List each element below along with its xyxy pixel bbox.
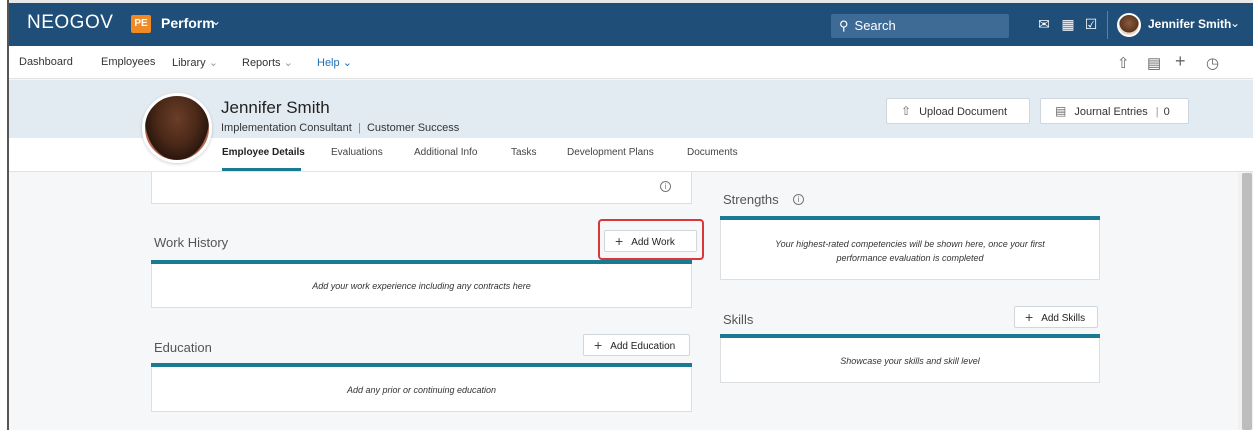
journal-icon[interactable]: ▤ <box>1147 54 1161 72</box>
strengths-card: Your highest-rated competencies will be … <box>720 216 1100 280</box>
scrollbar-thumb[interactable] <box>1242 173 1252 430</box>
share-icon[interactable]: ⇧ <box>1117 54 1130 72</box>
search-input[interactable]: ⚲ Search <box>831 14 1009 38</box>
strengths-empty-text-line1: Your highest-rated competencies will be … <box>775 239 1045 249</box>
skills-card: Showcase your skills and skill level <box>720 334 1100 383</box>
tab-employee-details[interactable]: Employee Details <box>222 147 305 158</box>
tab-evaluations[interactable]: Evaluations <box>331 147 383 158</box>
upload-document-button[interactable]: ⇧ Upload Document <box>886 98 1030 124</box>
employee-name: Jennifer Smith <box>221 98 330 117</box>
nav-library-label: Library <box>172 57 206 69</box>
add-skills-button[interactable]: + Add Skills <box>1014 306 1098 328</box>
mail-icon[interactable]: ✉ <box>1036 16 1052 32</box>
search-icon: ⚲ <box>839 18 849 33</box>
subtitle-separator: | <box>357 122 361 134</box>
user-avatar[interactable] <box>1117 13 1141 37</box>
chevron-down-icon: ⌄ <box>283 57 293 69</box>
search-placeholder: Search <box>854 18 896 33</box>
brand-logo[interactable]: NEOGOV <box>27 12 113 34</box>
journal-icon: ▤ <box>1055 104 1067 118</box>
chevron-down-icon[interactable]: ⌄ <box>1230 16 1240 30</box>
add-education-label: Add Education <box>610 341 676 352</box>
card-accent-bar <box>720 216 1100 220</box>
skills-empty-text: Showcase your skills and skill level <box>840 356 980 366</box>
nav-help[interactable]: Help ⌄ <box>317 56 352 69</box>
nav-library[interactable]: Library ⌄ <box>172 56 218 69</box>
strengths-title: Strengths <box>723 192 779 207</box>
calendar-icon[interactable]: ▦ <box>1060 16 1076 32</box>
tab-development-plans[interactable]: Development Plans <box>567 147 654 158</box>
work-history-card: Add your work experience including any c… <box>151 260 692 308</box>
education-empty-text: Add any prior or continuing education <box>346 385 497 395</box>
tab-documents[interactable]: Documents <box>687 147 738 158</box>
add-skills-label: Add Skills <box>1041 313 1086 324</box>
plus-icon: + <box>1025 309 1034 325</box>
journal-entries-label: Journal Entries <box>1074 106 1148 118</box>
employee-title: Implementation Consultant <box>221 122 352 134</box>
tasks-icon[interactable]: ☑ <box>1083 16 1099 32</box>
card-accent-bar <box>151 260 692 264</box>
education-title: Education <box>154 340 212 355</box>
add-work-highlight <box>598 219 704 260</box>
main-nav: Dashboard Employees Library ⌄ Reports ⌄ … <box>9 46 1253 79</box>
chevron-down-icon: ⌄ <box>342 57 352 69</box>
employee-subtitle: Implementation Consultant | Customer Suc… <box>221 122 459 134</box>
product-switcher[interactable]: Perform <box>161 15 215 31</box>
chevron-down-icon: ⌄ <box>208 57 218 69</box>
tab-additional-info[interactable]: Additional Info <box>414 147 477 158</box>
clock-icon[interactable]: ◷ <box>1206 54 1219 72</box>
journal-separator: | <box>1155 106 1159 118</box>
skills-title: Skills <box>723 312 754 327</box>
nav-help-label: Help <box>317 57 340 69</box>
nav-employees[interactable]: Employees <box>101 56 155 68</box>
nav-reports-label: Reports <box>242 57 281 69</box>
nav-reports[interactable]: Reports ⌄ <box>242 56 293 69</box>
strengths-empty-text-line2: performance evaluation is completed <box>836 253 984 263</box>
plus-icon: + <box>594 337 603 353</box>
plus-icon[interactable]: + <box>1175 51 1186 72</box>
app-window: NEOGOV PE Perform ⌄ ⚲ Search ✉ ▦ ☑ Jennif… <box>7 0 1253 430</box>
chevron-down-icon[interactable]: ⌄ <box>211 14 221 28</box>
card-accent-bar <box>720 334 1100 338</box>
upload-icon: ⇧ <box>901 104 912 118</box>
active-tab-indicator <box>222 168 301 171</box>
profile-avatar <box>142 93 212 163</box>
upload-document-label: Upload Document <box>919 106 1008 118</box>
work-history-title: Work History <box>154 235 229 250</box>
info-icon[interactable]: i <box>660 181 671 192</box>
tab-tasks[interactable]: Tasks <box>511 147 537 158</box>
card-accent-bar <box>151 363 692 367</box>
add-education-button[interactable]: + Add Education <box>583 334 690 356</box>
top-bar: NEOGOV PE Perform ⌄ ⚲ Search ✉ ▦ ☑ Jennif… <box>9 0 1253 46</box>
journal-entries-button[interactable]: ▤ Journal Entries | 0 <box>1040 98 1189 124</box>
user-menu[interactable]: Jennifer Smith <box>1148 17 1231 31</box>
work-history-empty-text: Add your work experience including any c… <box>312 281 531 291</box>
product-badge: PE <box>131 15 151 33</box>
topbar-divider <box>1107 11 1108 39</box>
journal-count: 0 <box>1163 106 1170 118</box>
education-card: Add any prior or continuing education <box>151 363 692 412</box>
info-icon[interactable]: i <box>793 194 804 205</box>
nav-dashboard[interactable]: Dashboard <box>19 56 73 68</box>
previous-section-card: i <box>151 172 692 204</box>
employee-department: Customer Success <box>366 122 460 134</box>
